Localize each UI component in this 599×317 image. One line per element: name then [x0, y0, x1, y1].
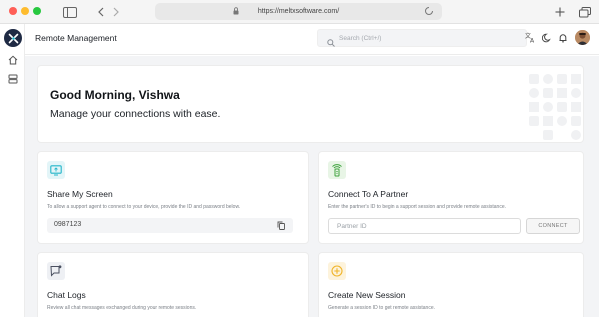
sidebar-toggle-icon[interactable]	[62, 3, 78, 21]
search-input[interactable]	[339, 32, 519, 45]
chat-icon	[47, 262, 65, 280]
partner-id-input[interactable]	[328, 218, 521, 234]
create-session-card[interactable]: Create New Session Generate a session ID…	[318, 252, 584, 317]
copy-icon[interactable]	[276, 221, 285, 230]
bell-icon[interactable]	[557, 32, 568, 43]
server-icon[interactable]	[7, 73, 18, 84]
connect-card-description: Enter the partner's ID to begin a suppor…	[328, 204, 506, 210]
chat-card-title: Chat Logs	[47, 290, 86, 300]
search-box[interactable]	[317, 29, 527, 47]
address-bar[interactable]: https://meltxsoftware.com/	[155, 3, 442, 20]
device-id-field: 0987123	[47, 218, 293, 233]
connect-card-title: Connect To A Partner	[328, 189, 409, 199]
decorative-pattern-icon	[529, 74, 581, 140]
share-card-description: To allow a support agent to connect to y…	[47, 204, 241, 210]
chat-logs-card[interactable]: Chat Logs Review all chat messages excha…	[37, 252, 309, 317]
loading-icon[interactable]	[424, 6, 434, 18]
signal-tower-icon	[328, 161, 346, 179]
connect-partner-card: Connect To A Partner Enter the partner's…	[318, 151, 584, 244]
page-title: Remote Management	[35, 33, 117, 43]
logo-icon[interactable]	[4, 29, 22, 47]
connect-button[interactable]: CONNECT	[526, 218, 580, 234]
svg-text:A: A	[530, 38, 535, 44]
greeting-subtitle: Manage your connections with ease.	[50, 108, 221, 120]
search-icon	[327, 34, 335, 52]
url-text: https://meltxsoftware.com/	[257, 8, 340, 15]
home-icon[interactable]	[7, 54, 18, 65]
maximize-window-button[interactable]	[33, 7, 41, 15]
device-id-value: 0987123	[54, 221, 82, 228]
minimize-window-button[interactable]	[21, 7, 29, 15]
tab-overview-icon[interactable]	[578, 3, 592, 21]
session-card-title: Create New Session	[328, 290, 406, 300]
screen-share-icon	[47, 161, 65, 179]
new-tab-icon[interactable]	[554, 3, 566, 21]
share-screen-card: Share My Screen To allow a support agent…	[37, 151, 309, 244]
app-sidebar	[0, 24, 25, 317]
close-window-button[interactable]	[9, 7, 17, 15]
avatar[interactable]	[575, 30, 590, 45]
welcome-banner: Good Morning, Vishwa Manage your connect…	[37, 65, 584, 143]
chat-card-description: Review all chat messages exchanged durin…	[47, 305, 197, 311]
browser-toolbar: https://meltxsoftware.com/	[0, 0, 599, 24]
forward-icon[interactable]	[111, 3, 121, 21]
moon-icon[interactable]	[541, 32, 552, 43]
share-card-title: Share My Screen	[47, 189, 113, 199]
session-card-description: Generate a session ID to get remote assi…	[328, 305, 435, 311]
app-header: Remote Management 文A	[25, 24, 599, 55]
greeting-heading: Good Morning, Vishwa	[50, 88, 180, 102]
add-circle-icon	[328, 262, 346, 280]
lock-icon	[233, 7, 239, 17]
main-content: Good Morning, Vishwa Manage your connect…	[25, 56, 599, 317]
translate-icon[interactable]: 文A	[525, 32, 536, 43]
back-icon[interactable]	[95, 3, 105, 21]
